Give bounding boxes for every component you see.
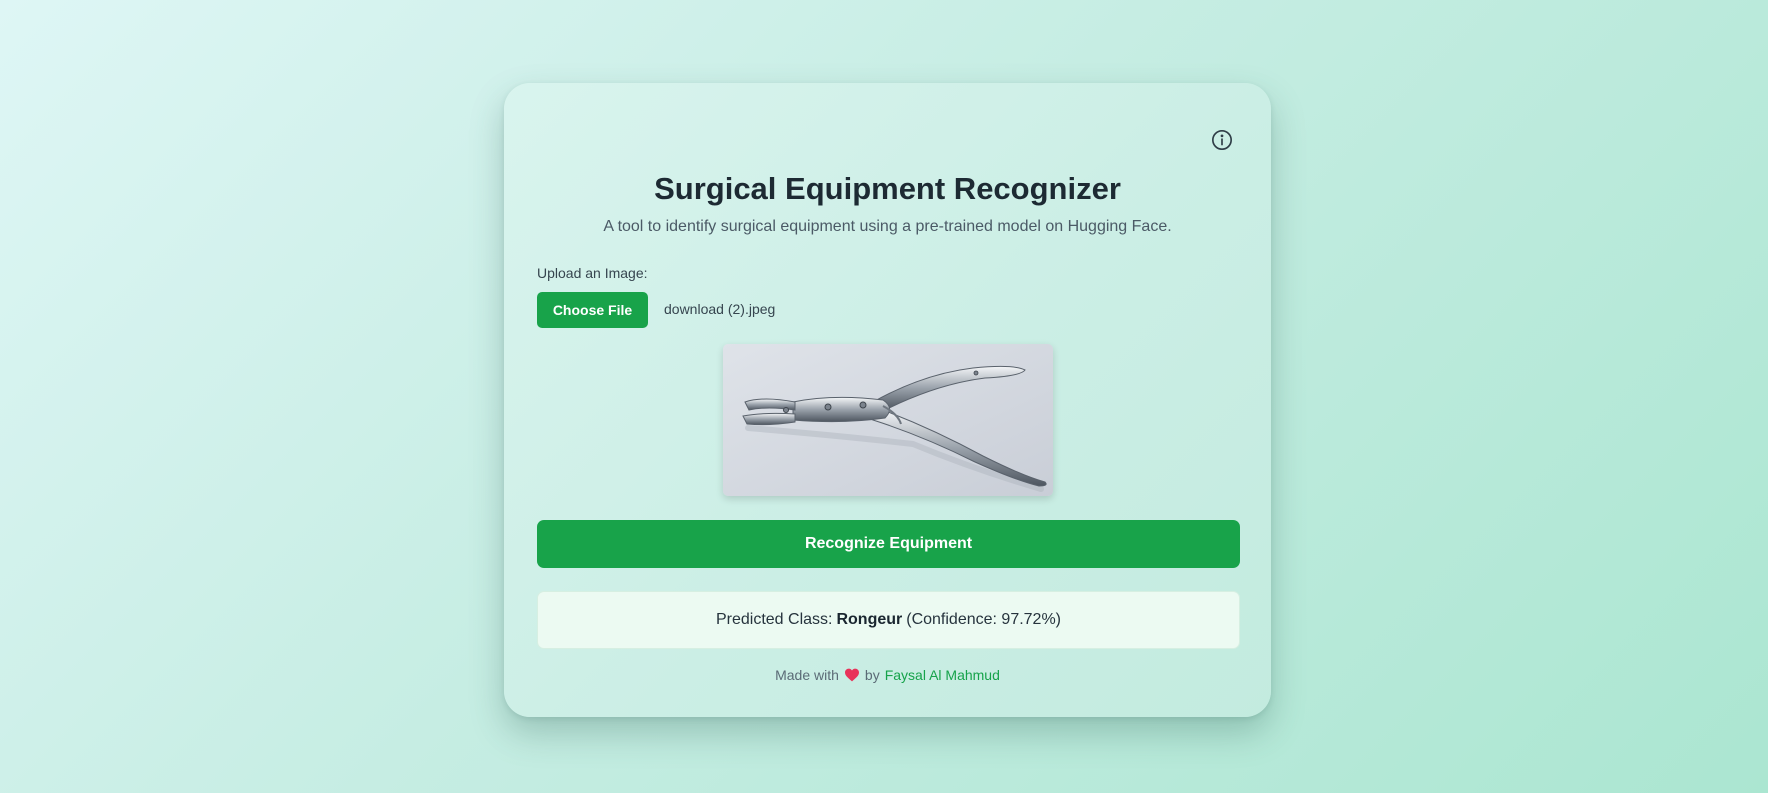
result-prefix: Predicted Class:: [715, 611, 833, 628]
prediction-result: Predicted Class: Rongeur (Confidence: 97…: [537, 591, 1240, 649]
selected-file-name: download (2).jpeg: [664, 301, 776, 317]
heart-icon: [844, 668, 859, 682]
predicted-class: Rongeur: [836, 611, 903, 628]
main-card: Surgical Equipment Recognizer A tool to …: [504, 83, 1271, 717]
info-circle-icon: [1212, 130, 1232, 150]
upload-label: Upload an Image:: [537, 265, 648, 281]
confidence-value: (Confidence: 97.72%): [906, 611, 1062, 628]
page-subtitle: A tool to identify surgical equipment us…: [603, 218, 1172, 235]
recognize-equipment-button[interactable]: Recognize Equipment: [537, 520, 1240, 568]
footer-by: by: [864, 667, 880, 683]
footer-made-with: Made with: [775, 667, 839, 683]
info-button[interactable]: [1206, 124, 1238, 156]
footer: Made with by Faysal Al Mahmud: [504, 667, 1271, 683]
rongeur-image: [723, 344, 1053, 496]
image-preview: [723, 344, 1053, 496]
author-link[interactable]: Faysal Al Mahmud: [885, 667, 1000, 683]
choose-file-button[interactable]: Choose File: [537, 292, 648, 328]
page-title: Surgical Equipment Recognizer: [654, 171, 1121, 206]
